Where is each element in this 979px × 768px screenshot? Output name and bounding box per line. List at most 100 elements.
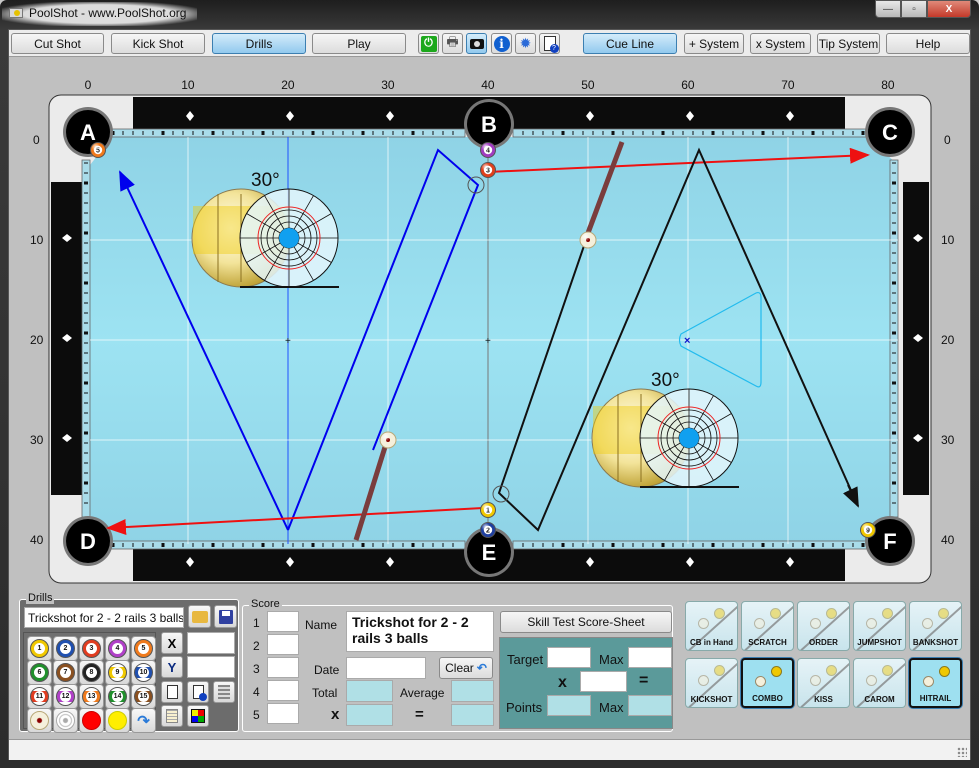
rail-tick	[172, 131, 174, 135]
info-button[interactable]: i	[491, 33, 512, 54]
drills-button[interactable]: Drills	[212, 33, 306, 54]
pool-table[interactable]: ++ABCDEF×30°30°543129	[9, 58, 970, 588]
palette-ball-7[interactable]: 7	[53, 660, 78, 685]
option-order[interactable]: ORDER	[797, 601, 850, 651]
x-system-button[interactable]: x System	[750, 33, 811, 54]
palette-ball-6[interactable]: 6	[27, 660, 52, 685]
red-dot-button[interactable]	[79, 708, 104, 733]
drill-name-input[interactable]: Trickshot for 2 - 2 rails 3 balls	[24, 607, 184, 628]
palette-ball-3[interactable]: 3	[79, 636, 104, 661]
score-row-input[interactable]	[267, 703, 299, 724]
rail-tick	[892, 362, 896, 364]
palette-ball-13[interactable]: 13	[79, 684, 104, 709]
max-input[interactable]	[628, 647, 672, 668]
option-kickshot[interactable]: KICKSHOT	[685, 658, 738, 708]
option-scratch[interactable]: SCRATCH	[741, 601, 794, 651]
clear-button[interactable]: Clear ↶	[439, 657, 493, 679]
kick-shot-button[interactable]: Kick Shot	[111, 33, 205, 54]
result-input[interactable]	[451, 704, 494, 726]
option-bankshot[interactable]: BANKSHOT	[909, 601, 962, 651]
tip-system-button[interactable]: Tip System	[817, 33, 880, 54]
cue-line-button[interactable]: Cue Line	[583, 33, 677, 54]
color-palette-button[interactable]	[187, 705, 209, 727]
date-input[interactable]	[346, 657, 426, 679]
option-kiss[interactable]: KISS	[797, 658, 850, 708]
minimize-button[interactable]: —	[875, 0, 901, 18]
max2-input[interactable]	[628, 695, 672, 716]
redo-button[interactable]: ↷	[131, 708, 156, 733]
ball-number: 14	[112, 691, 123, 702]
palette-ball-10[interactable]: 10	[131, 660, 156, 685]
plus-system-button[interactable]: + System	[684, 33, 744, 54]
option-cb-in-hand[interactable]: CB in Hand	[685, 601, 738, 651]
x-ruler-label: 0	[84, 78, 92, 92]
rail-tick	[161, 543, 165, 547]
palette-ball-11[interactable]: 11	[27, 684, 52, 709]
help-button[interactable]: Help	[886, 33, 970, 54]
rail-tick	[361, 131, 365, 135]
palette-ball-8[interactable]: 8	[79, 660, 104, 685]
score-row-input[interactable]	[267, 611, 299, 632]
score-name-input[interactable]: Trickshot for 2 - 2 rails 3 balls	[346, 611, 494, 652]
open-drill-button[interactable]	[188, 605, 211, 628]
option-jumpshot[interactable]: JUMPSHOT	[853, 601, 906, 651]
palette-ball-2[interactable]: 2	[53, 636, 78, 661]
multiplier-input[interactable]	[346, 704, 393, 726]
rail-tick	[892, 202, 896, 204]
x-coord-button[interactable]: X	[161, 632, 183, 654]
edit-drill-button[interactable]	[161, 705, 183, 727]
points-input[interactable]	[547, 695, 591, 716]
angle-label: 30°	[651, 370, 680, 391]
drill-help-button[interactable]	[187, 681, 209, 703]
total-input[interactable]	[346, 680, 393, 702]
power-button[interactable]: ⏻	[418, 33, 439, 54]
palette-ball-9[interactable]: 9	[105, 660, 130, 685]
palette-ball-5[interactable]: 5	[131, 636, 156, 661]
drill-list-button[interactable]	[213, 681, 235, 703]
play-button[interactable]: Play	[312, 33, 406, 54]
option-combo[interactable]: COMBO	[741, 658, 794, 708]
option-carom[interactable]: CAROM	[853, 658, 906, 708]
settings-button[interactable]: ✹	[515, 33, 536, 54]
palette-ball-15[interactable]: 15	[131, 684, 156, 709]
rail-tick	[892, 252, 896, 254]
rail-tick	[811, 543, 815, 547]
rail-tick	[532, 131, 534, 135]
cue-ball-button[interactable]	[27, 708, 52, 733]
rail-tick	[352, 131, 354, 135]
cut-shot-button[interactable]: Cut Shot	[11, 33, 104, 54]
rail-tick	[772, 131, 774, 135]
ghost-ball-button[interactable]	[53, 708, 78, 733]
y-coord-button[interactable]: Y	[161, 656, 183, 678]
palette-ball-14[interactable]: 14	[105, 684, 130, 709]
score-row-input[interactable]	[267, 657, 299, 678]
new-drill-button[interactable]	[161, 681, 183, 703]
close-button[interactable]: X	[927, 0, 971, 18]
camera-button[interactable]	[466, 33, 487, 54]
print-button[interactable]: 🖶	[442, 33, 463, 54]
rail-tick	[892, 231, 896, 235]
resize-grip[interactable]	[957, 747, 967, 757]
score-row-label: 3	[253, 662, 260, 676]
option-hitrail[interactable]: HITRAIL	[909, 658, 962, 708]
help-document-button[interactable]: ?	[539, 33, 560, 54]
y-coord-input[interactable]	[187, 656, 235, 678]
average-input[interactable]	[451, 680, 494, 702]
rail-tick	[542, 131, 544, 135]
skill-test-score-sheet-button[interactable]: Skill Test Score-Sheet	[500, 611, 672, 633]
target-input[interactable]	[547, 647, 591, 668]
info-icon: i	[493, 35, 510, 52]
score-row-input[interactable]	[267, 680, 299, 701]
yellow-dot-button[interactable]	[105, 708, 130, 733]
score-row-input[interactable]	[267, 634, 299, 655]
rail-tick	[132, 131, 134, 135]
rail-tick	[452, 131, 454, 135]
palette-ball-12[interactable]: 12	[53, 684, 78, 709]
rail-tick	[442, 131, 444, 135]
multiplier-skill-input[interactable]	[580, 671, 627, 692]
palette-ball-4[interactable]: 4	[105, 636, 130, 661]
maximize-button[interactable]: ▫	[901, 0, 927, 18]
save-drill-button[interactable]	[214, 605, 237, 628]
palette-ball-1[interactable]: 1	[27, 636, 52, 661]
x-coord-input[interactable]	[187, 632, 235, 654]
